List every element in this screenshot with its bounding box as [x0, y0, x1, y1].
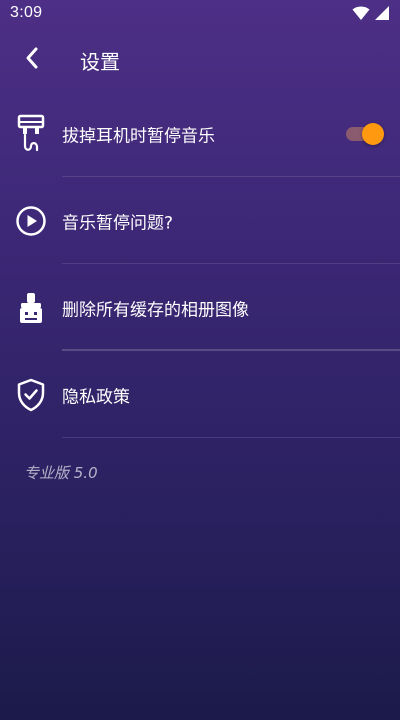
back-button[interactable]: [12, 42, 52, 78]
setting-privacy-policy[interactable]: 隐私政策: [0, 351, 400, 438]
setting-music-pause-issue[interactable]: 音乐暂停问题?: [0, 177, 400, 264]
status-icons: [352, 5, 390, 25]
play-circle-icon: [14, 201, 48, 241]
setting-label: 拔掉耳机时暂停音乐: [62, 126, 215, 146]
version-label: 专业版 5.0: [24, 464, 98, 482]
setting-pause-on-unplug[interactable]: 拔掉耳机时暂停音乐: [0, 90, 400, 177]
setting-label: 删除所有缓存的相册图像: [62, 300, 249, 320]
pause-on-unplug-toggle[interactable]: [346, 122, 384, 146]
status-bar: 3:09: [0, 0, 400, 28]
settings-list: 拔掉耳机时暂停音乐 音乐暂停问题? 删除所有缓存的相册图像 隐私政策: [0, 90, 400, 438]
setting-label: 音乐暂停问题?: [62, 213, 174, 233]
setting-label: 隐私政策: [62, 387, 130, 407]
headphone-unplug-icon: [14, 114, 48, 154]
cellular-signal-icon: [374, 5, 390, 25]
page-title: 设置: [80, 50, 120, 74]
app-bar: 设置: [0, 28, 400, 90]
settings-screen: 3:09 设置 拔掉耳机时暂停音乐 音乐暂停问题? 删除所有缓存的相册图像 隐私…: [0, 0, 400, 720]
chevron-left-icon: [24, 46, 40, 74]
shield-check-icon: [14, 375, 48, 415]
setting-delete-cached-images[interactable]: 删除所有缓存的相册图像: [0, 264, 400, 351]
toggle-thumb: [362, 122, 384, 145]
wifi-icon: [352, 5, 370, 25]
cleaning-brush-icon: [14, 288, 48, 328]
status-time: 3:09: [10, 4, 43, 21]
divider: [62, 437, 400, 438]
